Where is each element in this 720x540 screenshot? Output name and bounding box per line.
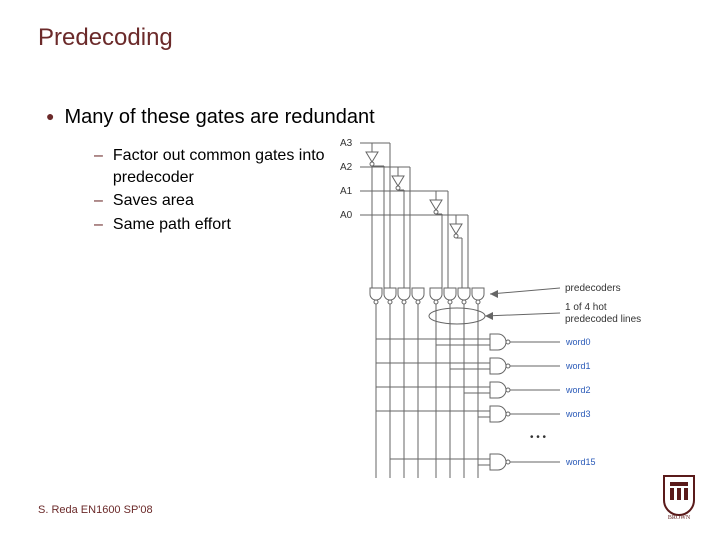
hot-lines-annotation: 1 of 4 hot predecoded lines <box>429 302 641 325</box>
input-a2: A2 <box>340 162 410 288</box>
logo-text: BROWN <box>668 515 691 520</box>
bullet-text: Many of these gates are redundant <box>64 106 374 128</box>
list-item: – Factor out common gates into predecode… <box>94 145 333 188</box>
input-label: A3 <box>340 138 353 149</box>
predecoders-label: predecoders <box>565 283 621 294</box>
ellipsis: • • • <box>530 432 547 443</box>
sub-bullet-list: – Factor out common gates into predecode… <box>94 145 333 237</box>
list-item-text: Factor out common gates into predecoder <box>113 145 333 188</box>
hot-label-2: predecoded lines <box>565 314 641 325</box>
word-label: word1 <box>565 361 591 371</box>
brown-logo: BROWN <box>658 472 700 520</box>
word-label: word15 <box>565 457 596 467</box>
wordlines: word0 word1 word2 <box>376 334 596 470</box>
list-item-text: Same path effort <box>113 214 231 236</box>
bullet-marker: ● <box>46 108 54 124</box>
input-label: A2 <box>340 162 353 173</box>
bullet-marker: – <box>94 145 103 167</box>
predecoder-diagram: A3 A2 A1 <box>340 138 700 498</box>
word-label: word0 <box>565 337 591 347</box>
footer-text: S. Reda EN1600 SP'08 <box>38 504 153 516</box>
predecoder-row <box>370 288 484 478</box>
input-a1: A1 <box>340 186 448 288</box>
word-label: word2 <box>565 385 591 395</box>
input-label: A1 <box>340 186 353 197</box>
list-item: – Same path effort <box>94 214 333 236</box>
slide-title: Predecoding <box>38 24 173 52</box>
bullet-marker: – <box>94 214 103 236</box>
bullet-level1: ● Many of these gates are redundant <box>46 106 375 129</box>
input-label: A0 <box>340 210 353 221</box>
bullet-marker: – <box>94 190 103 212</box>
list-item: – Saves area <box>94 190 333 212</box>
list-item-text: Saves area <box>113 190 194 212</box>
predecoders-annotation: predecoders <box>490 283 621 298</box>
word-label: word3 <box>565 409 591 419</box>
hot-label-1: 1 of 4 hot <box>565 302 607 313</box>
